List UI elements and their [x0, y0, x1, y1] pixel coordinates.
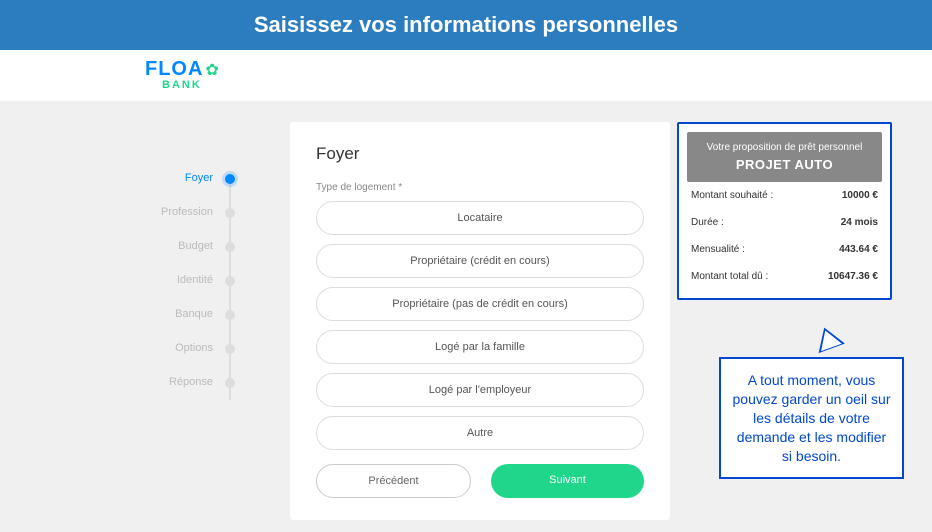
step-dot-icon [225, 276, 235, 286]
step-dot-icon [225, 174, 235, 184]
callout-arrow-icon [811, 323, 845, 353]
step-label: Budget [178, 240, 213, 252]
step-dot-icon [225, 310, 235, 320]
proposal-row-duration: Durée : 24 mois [687, 209, 882, 236]
floa-logo: FLOA✿ BANK [145, 58, 219, 91]
instruction-banner: Saisissez vos informations personnelles [0, 0, 932, 50]
logo-brand: FLOA [145, 58, 203, 80]
callout-text: A tout moment, vous pouvez garder un oei… [733, 372, 891, 464]
step-dot-icon [225, 242, 235, 252]
logo-flower-icon: ✿ [205, 62, 218, 79]
step-label: Options [175, 342, 213, 354]
step-identite[interactable]: Identité [145, 274, 235, 286]
option-proprietaire-sans-credit[interactable]: Propriétaire (pas de crédit en cours) [316, 287, 644, 321]
step-dot-icon [225, 344, 235, 354]
option-loge-employeur[interactable]: Logé par l'employeur [316, 373, 644, 407]
prev-button[interactable]: Précédent [316, 464, 471, 498]
step-foyer[interactable]: Foyer [145, 172, 235, 184]
step-dot-icon [225, 208, 235, 218]
info-callout: A tout moment, vous pouvez garder un oei… [719, 357, 904, 479]
page-body: Foyer Profession Budget Identité Banque … [0, 102, 932, 532]
logo-bar: FLOA✿ BANK [0, 50, 932, 102]
field-label-housing: Type de logement * [316, 182, 644, 193]
option-proprietaire-credit[interactable]: Propriétaire (crédit en cours) [316, 244, 644, 278]
step-label: Banque [175, 308, 213, 320]
form-title: Foyer [316, 144, 644, 164]
proposal-row-monthly: Mensualité : 443.64 € [687, 236, 882, 263]
row-value: 10000 € [842, 190, 878, 201]
row-label: Durée : [691, 217, 724, 228]
option-locataire[interactable]: Locataire [316, 201, 644, 235]
step-label: Profession [161, 206, 213, 218]
step-dot-icon [225, 378, 235, 388]
step-profession[interactable]: Profession [145, 206, 235, 218]
row-value: 443.64 € [839, 244, 878, 255]
step-reponse[interactable]: Réponse [145, 376, 235, 388]
step-options[interactable]: Options [145, 342, 235, 354]
row-value: 24 mois [841, 217, 878, 228]
row-value: 10647.36 € [828, 271, 878, 282]
proposal-summary-card: Votre proposition de prêt personnel PROJ… [677, 122, 892, 300]
step-budget[interactable]: Budget [145, 240, 235, 252]
nav-buttons: Précédent Suivant [316, 464, 644, 498]
step-banque[interactable]: Banque [145, 308, 235, 320]
logo-sub: BANK [145, 79, 219, 91]
option-loge-famille[interactable]: Logé par la famille [316, 330, 644, 364]
proposal-header-text: Votre proposition de prêt personnel [695, 142, 874, 153]
proposal-header: Votre proposition de prêt personnel PROJ… [687, 132, 882, 182]
option-autre[interactable]: Autre [316, 416, 644, 450]
proposal-row-amount: Montant souhaité : 10000 € [687, 182, 882, 209]
next-button[interactable]: Suivant [491, 464, 644, 498]
proposal-type: PROJET AUTO [695, 157, 874, 172]
form-card: Foyer Type de logement * Locataire Propr… [290, 122, 670, 520]
banner-title: Saisissez vos informations personnelles [254, 12, 678, 37]
progress-stepper: Foyer Profession Budget Identité Banque … [145, 172, 235, 410]
step-label: Identité [177, 274, 213, 286]
row-label: Montant total dû : [691, 271, 768, 282]
proposal-row-total: Montant total dû : 10647.36 € [687, 263, 882, 290]
step-label: Foyer [185, 172, 213, 184]
row-label: Mensualité : [691, 244, 745, 255]
row-label: Montant souhaité : [691, 190, 773, 201]
step-label: Réponse [169, 376, 213, 388]
